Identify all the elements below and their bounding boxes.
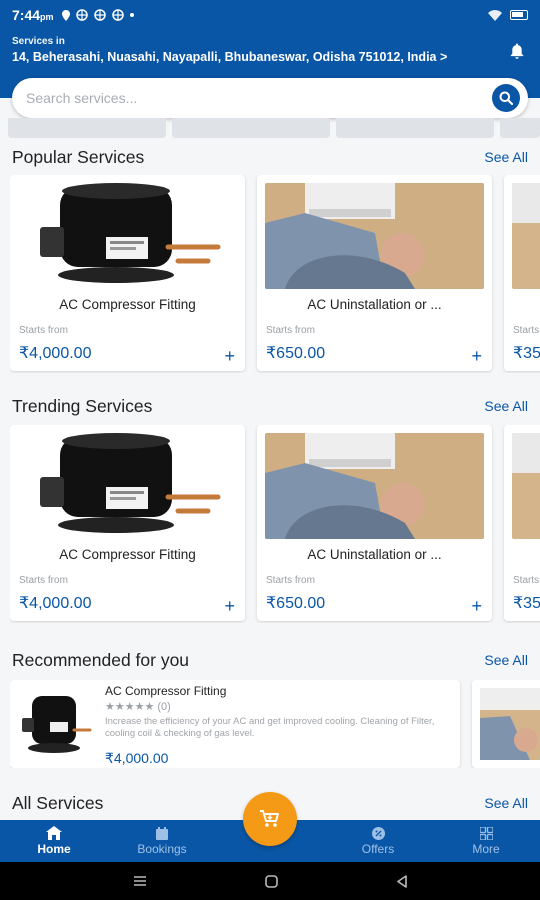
service-card[interactable]: Starts ₹35 (504, 175, 540, 371)
nav-more[interactable]: More (432, 820, 540, 862)
compressor-image (16, 692, 94, 756)
service-card[interactable]: AC Uninstallation or ... Starts from ₹65… (257, 425, 492, 621)
service-price: ₹35 (513, 595, 540, 612)
rating: ★★★★★ (0) (105, 700, 171, 713)
offer-badge-icon (371, 826, 385, 840)
recommended-see-all-link[interactable]: See All (484, 652, 528, 668)
recommended-title: Recommended for you (12, 650, 190, 670)
notification-icons (61, 9, 134, 21)
nav-home-label: Home (37, 842, 71, 856)
compressor-image (18, 183, 237, 289)
recommended-item[interactable]: AC Compressor Fitting ★★★★★ (0) Increase… (10, 680, 460, 768)
ac-technician-image (480, 688, 540, 760)
search-icon (499, 91, 513, 105)
globe-icon (75, 9, 88, 21)
nav-home[interactable]: Home (0, 820, 108, 862)
nav-more-label: More (472, 841, 500, 856)
nav-offers[interactable]: Offers (324, 820, 432, 862)
recommended-description: Increase the efficiency of your AC and g… (105, 716, 435, 739)
starts-from-label: Starts from (19, 325, 68, 336)
service-name: AC Compressor Fitting (59, 297, 196, 312)
banner-slide[interactable] (172, 118, 331, 138)
starts-from-label: Starts (513, 325, 540, 336)
time-value: 7:44 (12, 7, 41, 23)
all-services-title: All Services (12, 793, 104, 813)
star-icons: ★★★★★ (105, 701, 155, 713)
home-icon (46, 826, 62, 840)
nav-offers-label: Offers (361, 841, 395, 856)
service-price: ₹650.00 (266, 595, 326, 612)
add-service-button[interactable]: + (224, 597, 235, 615)
cart-icon (260, 810, 279, 827)
search-area: Search services... (0, 74, 540, 138)
starts-from-label: Starts from (19, 575, 68, 586)
recent-apps-icon[interactable] (133, 875, 147, 887)
popular-services-list: AC Compressor Fitting Starts from ₹4,000… (10, 175, 540, 373)
trending-see-all-link[interactable]: See All (484, 398, 528, 414)
service-card[interactable]: AC Compressor Fitting Starts from ₹4,000… (10, 425, 245, 621)
popular-see-all-link[interactable]: See All (484, 149, 528, 165)
globe-icon (111, 9, 124, 21)
service-price: ₹650.00 (266, 345, 326, 362)
ac-technician-image (265, 183, 484, 289)
add-service-button[interactable]: + (471, 347, 482, 365)
location-pin-icon (61, 9, 70, 21)
system-navigation-bar (0, 862, 540, 900)
starts-from-label: Starts (513, 575, 540, 586)
popular-services-title: Popular Services (12, 147, 145, 167)
recommended-list: AC Compressor Fitting ★★★★★ (0) Increase… (10, 680, 540, 768)
all-services-see-all-link[interactable]: See All (484, 795, 528, 811)
starts-from-label: Starts from (266, 575, 315, 586)
service-name: AC Uninstallation or ... (307, 297, 442, 312)
battery-icon (510, 10, 528, 20)
nav-bookings[interactable]: Bookings (108, 820, 216, 862)
rating-count: (0) (157, 701, 171, 713)
trending-services-list: AC Compressor Fitting Starts from ₹4,000… (10, 425, 540, 623)
service-image (512, 183, 540, 289)
service-card[interactable]: Starts ₹35 (504, 425, 540, 621)
grid-icon (479, 826, 493, 840)
service-card[interactable]: AC Uninstallation or ... Starts from ₹65… (257, 175, 492, 371)
time-ampm: pm (40, 12, 54, 22)
service-price: ₹4,000.00 (19, 345, 92, 362)
service-image (512, 433, 540, 539)
service-name: AC Compressor Fitting (59, 547, 196, 562)
calendar-icon (156, 826, 168, 840)
status-time: 7:44pm (12, 7, 54, 23)
search-button[interactable] (492, 84, 520, 112)
service-name: AC Uninstallation or ... (307, 547, 442, 562)
status-bar: 7:44pm (0, 0, 540, 30)
cart-button[interactable] (243, 792, 297, 846)
compressor-image (18, 433, 237, 539)
recommended-price: ₹4,000.00 (105, 750, 169, 766)
recommended-item[interactable] (472, 680, 540, 768)
globe-icon (93, 9, 106, 21)
service-card[interactable]: AC Compressor Fitting Starts from ₹4,000… (10, 175, 245, 371)
dot-icon (129, 13, 134, 17)
wifi-icon (488, 9, 502, 21)
trending-services-title: Trending Services (12, 396, 153, 416)
add-service-button[interactable]: + (471, 597, 482, 615)
location-address[interactable]: 14, Beherasahi, Nuasahi, Nayapalli, Bhub… (12, 50, 528, 64)
service-price: ₹4,000.00 (19, 595, 92, 612)
system-icons (488, 9, 528, 21)
service-price: ₹35 (513, 345, 540, 362)
back-icon[interactable] (396, 874, 408, 888)
home-circle-icon[interactable] (264, 874, 278, 888)
location-header[interactable]: Services in 14, Beherasahi, Nuasahi, Nay… (0, 30, 540, 74)
banner-slide[interactable] (8, 118, 167, 138)
banner-slide[interactable] (500, 118, 540, 138)
recommended-name: AC Compressor Fitting (105, 684, 227, 698)
add-service-button[interactable]: + (224, 347, 235, 365)
search-placeholder: Search services... (26, 90, 138, 106)
starts-from-label: Starts from (266, 325, 315, 336)
location-label: Services in (12, 36, 65, 47)
search-input[interactable]: Search services... (12, 78, 528, 118)
nav-bookings-label: Bookings (137, 841, 187, 856)
banner-carousel[interactable] (0, 118, 540, 138)
ac-technician-image (265, 433, 484, 539)
banner-slide[interactable] (336, 118, 495, 138)
bell-icon[interactable] (508, 42, 526, 60)
